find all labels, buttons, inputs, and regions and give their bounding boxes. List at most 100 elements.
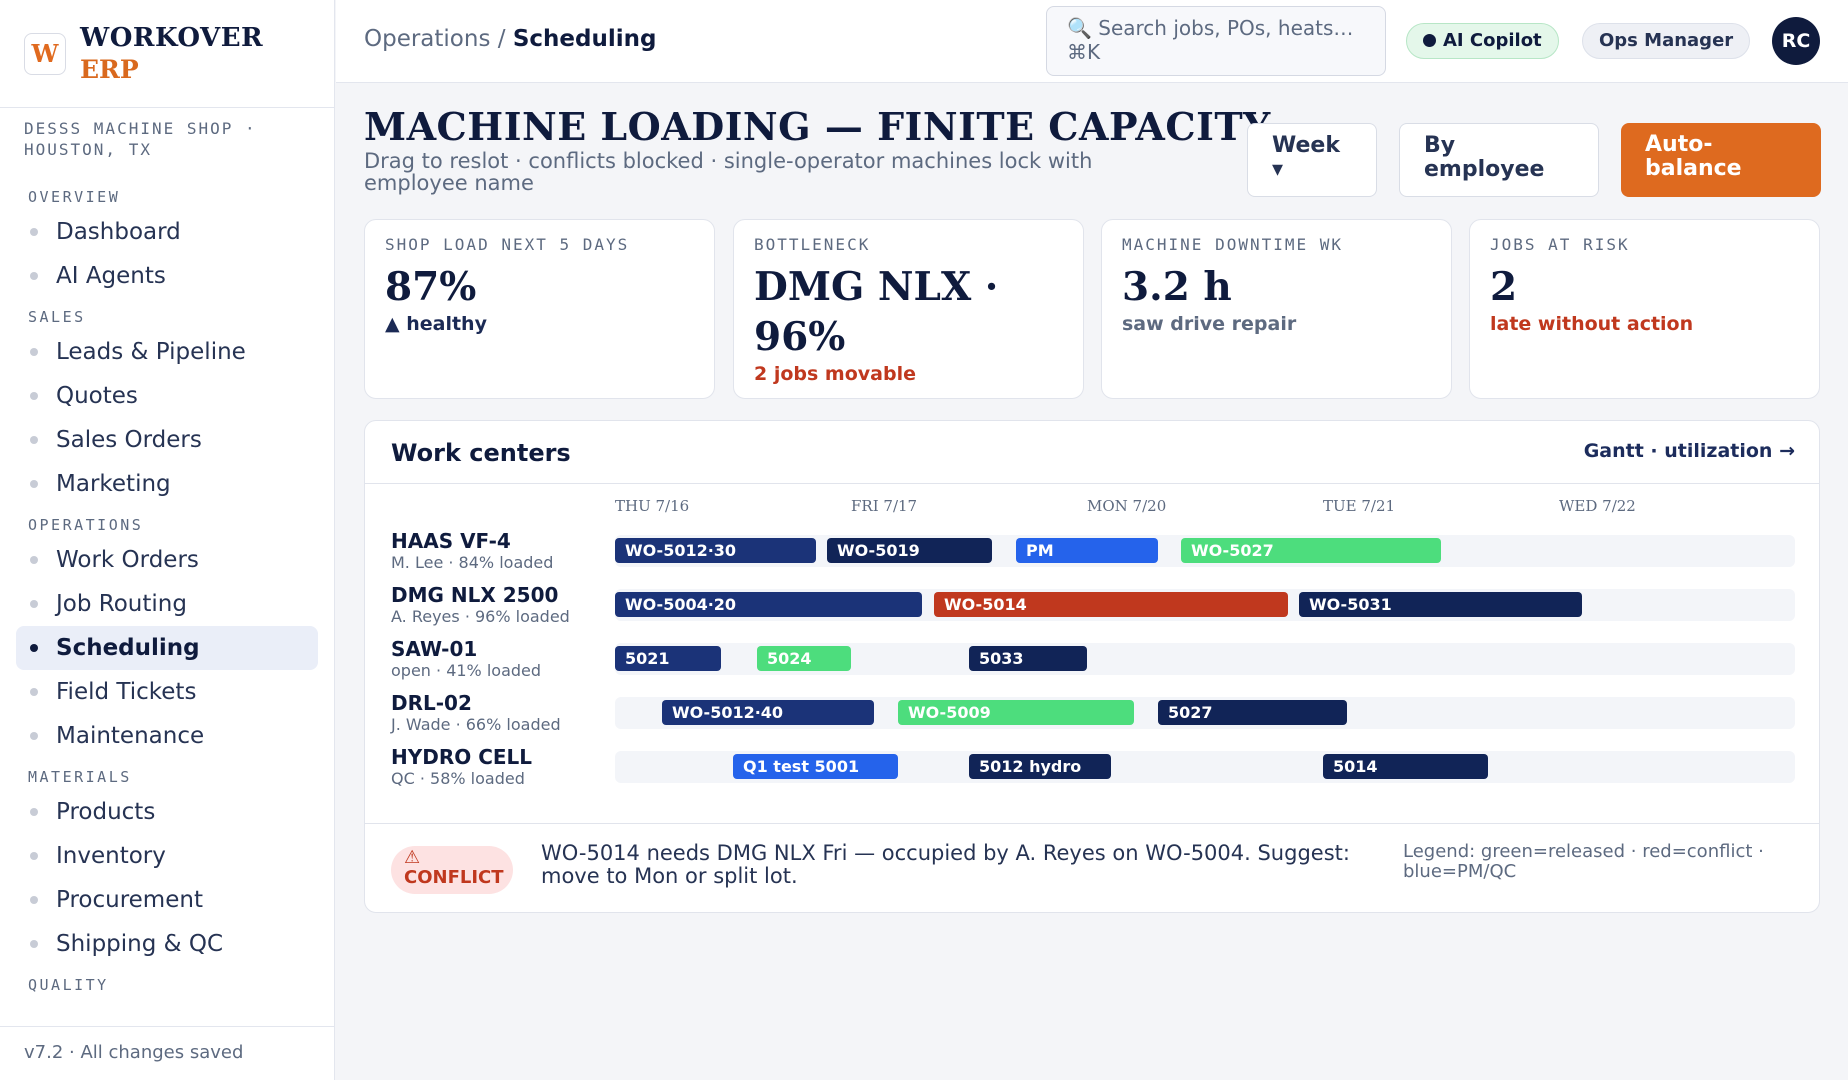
brand-sub: ERP bbox=[80, 54, 139, 84]
conflict-badge[interactable]: ⚠ CONFLICT bbox=[391, 846, 513, 894]
job-bar[interactable]: WO-5004·20 bbox=[615, 592, 922, 617]
sidebar-item-label: Procurement bbox=[56, 887, 203, 913]
sidebar-item-products[interactable]: Products bbox=[16, 790, 318, 834]
kpi-label: SHOP LOAD NEXT 5 DAYS bbox=[385, 235, 630, 254]
sidebar-item-shipping-qc[interactable]: Shipping & QC bbox=[16, 922, 318, 966]
job-bar[interactable]: WO-5009 bbox=[898, 700, 1134, 725]
bullet-icon bbox=[30, 556, 38, 564]
sidebar-item-job-routing[interactable]: Job Routing bbox=[16, 582, 318, 626]
sidebar-item-label: Quotes bbox=[56, 383, 138, 409]
brand: W WORKOVER ERP bbox=[0, 0, 334, 108]
sidebar-item-label: Work Orders bbox=[56, 547, 199, 573]
sidebar-item-scheduling[interactable]: Scheduling bbox=[16, 626, 318, 670]
kpi-card-shop-load: SHOP LOAD NEXT 5 DAYS 87% ▲ healthy bbox=[364, 219, 715, 399]
panel-title: Work centers bbox=[391, 439, 571, 467]
job-bar[interactable]: 5027 bbox=[1158, 700, 1347, 725]
bullet-icon bbox=[30, 688, 38, 696]
sidebar-item-ai-agents[interactable]: AI Agents bbox=[16, 254, 318, 298]
gantt-track: WO-5004·20 WO-5014 WO-5031 bbox=[615, 589, 1795, 621]
kpi-label: BOTTLENECK bbox=[754, 235, 871, 254]
job-bar[interactable]: WO-5031 bbox=[1299, 592, 1582, 617]
nav-section-operations: OPERATIONS bbox=[28, 516, 144, 534]
sidebar-item-label: Products bbox=[56, 799, 156, 825]
ai-copilot-label: AI Copilot bbox=[1443, 30, 1542, 51]
kpi-note: ▲ healthy bbox=[385, 313, 487, 335]
gantt-track: WO-5012·40 WO-5009 5027 bbox=[615, 697, 1795, 729]
job-bar[interactable]: 5021 bbox=[615, 646, 721, 671]
job-bar[interactable]: 5024 bbox=[757, 646, 851, 671]
day-label: TUE 7/21 bbox=[1323, 497, 1396, 515]
bullet-icon bbox=[30, 392, 38, 400]
sidebar-item-marketing[interactable]: Marketing bbox=[16, 462, 318, 506]
conflict-message: WO-5014 needs DMG NLX Fri — occupied by … bbox=[541, 841, 1350, 888]
job-bar[interactable]: WO-5014 bbox=[934, 592, 1288, 617]
sidebar-item-maintenance[interactable]: Maintenance bbox=[16, 714, 318, 758]
search-input[interactable]: 🔍 Search jobs, POs, heats… ⌘K bbox=[1046, 6, 1386, 76]
job-bar[interactable]: WO-5012·40 bbox=[662, 700, 874, 725]
bullet-icon bbox=[30, 228, 38, 236]
nav-section-overview: OVERVIEW bbox=[28, 188, 121, 206]
sidebar-item-work-orders[interactable]: Work Orders bbox=[16, 538, 318, 582]
day-label: MON 7/20 bbox=[1087, 497, 1167, 515]
bullet-icon bbox=[30, 600, 38, 608]
sidebar-item-field-tickets[interactable]: Field Tickets bbox=[16, 670, 318, 714]
sidebar-item-dashboard[interactable]: Dashboard bbox=[16, 210, 318, 254]
work-center-name: SAW-01 bbox=[391, 637, 478, 661]
sidebar-item-label: Dashboard bbox=[56, 219, 181, 245]
job-bar[interactable]: WO-5019 bbox=[827, 538, 992, 563]
breadcrumb-parent[interactable]: Operations / bbox=[364, 26, 513, 52]
ai-copilot-button[interactable]: AI Copilot bbox=[1406, 23, 1559, 59]
bullet-icon bbox=[30, 480, 38, 488]
work-center-name: DMG NLX 2500 bbox=[391, 583, 559, 607]
work-center-name: DRL-02 bbox=[391, 691, 472, 715]
sidebar-item-label: Marketing bbox=[56, 471, 171, 497]
job-bar[interactable]: WO-5027 bbox=[1181, 538, 1441, 563]
breadcrumb-current: Scheduling bbox=[512, 26, 657, 52]
sidebar-item-label: Sales Orders bbox=[56, 427, 202, 453]
conflict-footer: ⚠ CONFLICT WO-5014 needs DMG NLX Fri — o… bbox=[365, 823, 1819, 913]
auto-balance-button[interactable]: Auto-balance bbox=[1621, 123, 1821, 197]
job-bar[interactable]: Q1 test 5001 bbox=[733, 754, 898, 779]
nav-section-quality: QUALITY bbox=[28, 976, 109, 994]
job-bar[interactable]: 5012 hydro bbox=[969, 754, 1111, 779]
bullet-icon bbox=[30, 896, 38, 904]
day-label: WED 7/22 bbox=[1559, 497, 1636, 515]
sidebar-item-sales-orders[interactable]: Sales Orders bbox=[16, 418, 318, 462]
nav-section-materials: MATERIALS bbox=[28, 768, 132, 786]
by-employee-button[interactable]: By employee bbox=[1399, 123, 1599, 197]
sidebar-item-label: AI Agents bbox=[56, 263, 166, 289]
work-center-name: HYDRO CELL bbox=[391, 745, 533, 769]
sidebar-item-leads[interactable]: Leads & Pipeline bbox=[16, 330, 318, 374]
day-label: THU 7/16 bbox=[615, 497, 690, 515]
sidebar-item-label: Maintenance bbox=[56, 723, 205, 749]
avatar[interactable]: RC bbox=[1772, 17, 1820, 65]
sidebar-item-inventory[interactable]: Inventory bbox=[16, 834, 318, 878]
nav-section-sales: SALES bbox=[28, 308, 86, 326]
sidebar: W WORKOVER ERP DESSS MACHINE SHOP · HOUS… bbox=[0, 0, 335, 1080]
work-center-sub: M. Lee · 84% loaded bbox=[391, 553, 554, 572]
kpi-card-downtime: MACHINE DOWNTIME WK 3.2 h saw drive repa… bbox=[1101, 219, 1452, 399]
sidebar-item-quotes[interactable]: Quotes bbox=[16, 374, 318, 418]
job-bar[interactable]: WO-5012·30 bbox=[615, 538, 816, 563]
shop-name: DESSS MACHINE SHOP · HOUSTON, TX bbox=[24, 119, 257, 159]
sidebar-item-procurement[interactable]: Procurement bbox=[16, 878, 318, 922]
bullet-icon bbox=[30, 940, 38, 948]
job-bar[interactable]: 5033 bbox=[969, 646, 1087, 671]
topbar: Operations / Scheduling 🔍 Search jobs, P… bbox=[336, 0, 1848, 83]
sidebar-item-label: Job Routing bbox=[56, 591, 187, 617]
sidebar-item-label: Leads & Pipeline bbox=[56, 339, 246, 365]
job-bar[interactable]: 5014 bbox=[1323, 754, 1488, 779]
job-bar[interactable]: PM bbox=[1016, 538, 1158, 563]
brand-text: WORKOVER ERP bbox=[80, 22, 263, 86]
logo[interactable]: W bbox=[24, 32, 66, 75]
gantt-track: 5021 5024 5033 bbox=[615, 643, 1795, 675]
day-label: FRI 7/17 bbox=[851, 497, 918, 515]
bullet-icon bbox=[30, 852, 38, 860]
week-dropdown[interactable]: Week ▾ bbox=[1247, 123, 1377, 197]
role-switcher[interactable]: Ops Manager bbox=[1582, 23, 1751, 59]
brand-name: WORKOVER bbox=[80, 22, 264, 53]
work-center-name: HAAS VF-4 bbox=[391, 529, 511, 553]
breadcrumb: Operations / Scheduling bbox=[364, 26, 656, 52]
kpi-card-jobs-at-risk: JOBS AT RISK 2 late without action bbox=[1469, 219, 1820, 399]
gantt-utilization-link[interactable]: Gantt · utilization → bbox=[1584, 440, 1795, 462]
